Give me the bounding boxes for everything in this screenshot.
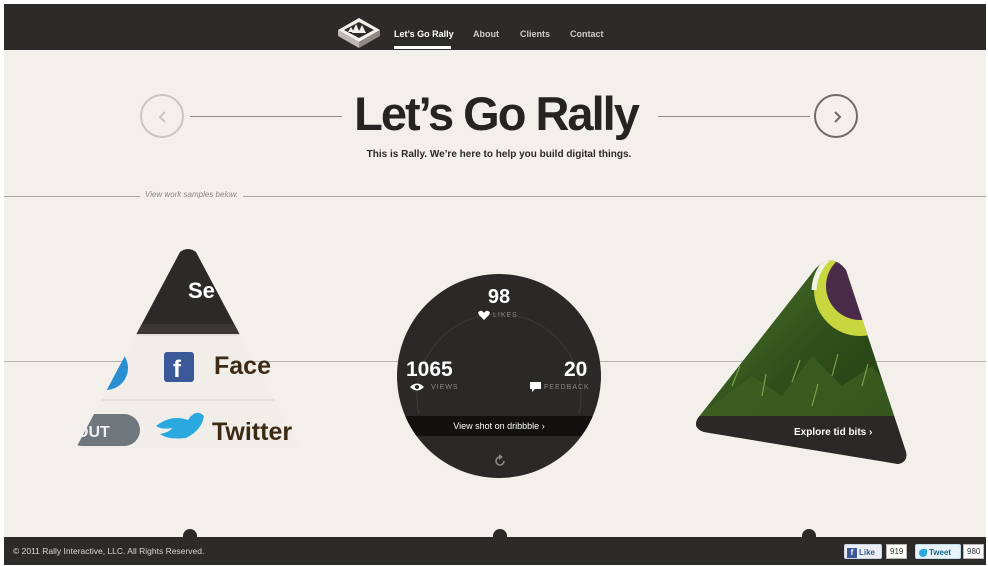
facebook-share-label[interactable]: Face [214, 352, 271, 381]
share-heading: Se [188, 278, 215, 303]
section-label: View work samples below. [140, 190, 244, 199]
share-panel-triangle[interactable]: f Se Face OUT Twitter [76, 248, 300, 448]
views-count: 1065 [406, 358, 453, 381]
page-title: Let’s Go Rally [354, 87, 640, 140]
heart-icon [478, 310, 490, 320]
rally-logo-icon[interactable] [334, 16, 384, 60]
prev-slide-button[interactable] [140, 94, 184, 138]
views-label: VIEWS [431, 384, 459, 391]
dribbble-stats-circle: 98 LIKES 1065 VIEWS 20 FEEDBACK View sho… [397, 274, 601, 478]
like-count: 919 [886, 544, 908, 559]
footer-notch [493, 529, 507, 543]
copyright-text: © 2011 Rally Interactive, LLC. All Right… [13, 546, 205, 556]
feedback-count: 20 [564, 358, 588, 381]
comment-icon [530, 382, 541, 392]
tweet-label: Tweet [929, 548, 952, 557]
nav-link-lets-go-rally[interactable]: Let’s Go Rally [394, 4, 454, 50]
feedback-label: FEEDBACK [544, 384, 590, 391]
eye-icon [410, 383, 424, 391]
chevron-right-icon [834, 111, 842, 123]
chevron-left-icon [158, 111, 166, 123]
like-label: Like [859, 548, 876, 557]
facebook-like-button[interactable]: f Like [844, 544, 882, 559]
footer-notch [802, 529, 816, 543]
twitter-bird-icon [919, 548, 927, 557]
tweet-count: 980 [963, 544, 985, 559]
explore-tid-bits-link[interactable]: Explore tid bits › [794, 427, 872, 438]
hero-subtitle: This is Rally. We’re here to help you bu… [366, 149, 632, 160]
nav-active-indicator [394, 46, 451, 49]
next-slide-button[interactable] [814, 94, 858, 138]
nav-link-contact[interactable]: Contact [570, 4, 604, 50]
page-frame: Let’s Go Rally About Clients Contact Let… [4, 4, 986, 565]
top-nav-bar: Let’s Go Rally About Clients Contact [4, 4, 986, 50]
nav-link-about[interactable]: About [473, 4, 499, 50]
svg-text:f: f [173, 356, 182, 383]
facebook-icon: f [847, 547, 857, 558]
tweet-button[interactable]: Tweet [915, 544, 961, 559]
out-button-label[interactable]: OUT [76, 424, 110, 442]
view-on-dribbble-link[interactable]: View shot on dribbble › [397, 416, 601, 436]
refresh-icon[interactable] [493, 454, 507, 468]
footer-notch [183, 529, 197, 543]
hero-rule-right [658, 116, 810, 117]
footer-bar: © 2011 Rally Interactive, LLC. All Right… [4, 529, 986, 565]
hero-rule-left [190, 116, 342, 117]
likes-label: LIKES [493, 312, 518, 319]
likes-count: 98 [487, 286, 511, 308]
nav-link-clients[interactable]: Clients [520, 4, 550, 50]
twitter-share-label[interactable]: Twitter [212, 418, 292, 447]
